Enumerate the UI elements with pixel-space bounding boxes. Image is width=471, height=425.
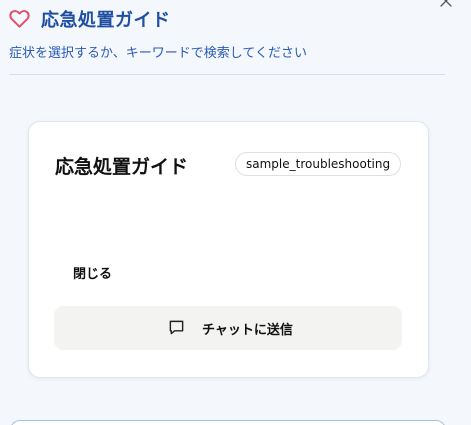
first-aid-panel: 応急処置ガイド 症状を選択するか、キーワードで検索してください 応急処置ガイド … (0, 0, 471, 425)
page-title: 応急処置ガイド (41, 10, 171, 31)
panel-header: 応急処置ガイド 症状を選択するか、キーワードで検索してください (0, 0, 471, 80)
close-icon[interactable] (439, 0, 453, 8)
heart-icon (9, 10, 30, 28)
chat-icon (169, 320, 184, 335)
category-tag: sample_troubleshooting (235, 152, 402, 176)
guide-card: 応急処置ガイド sample_troubleshooting 閉じる チャットに… (28, 121, 429, 378)
send-to-chat-button[interactable]: チャットに送信 (54, 306, 402, 350)
header-divider (9, 74, 445, 75)
card-title: 応急処置ガイド (55, 156, 189, 178)
close-button[interactable]: 閉じる (73, 263, 112, 282)
send-to-chat-label: チャットに送信 (202, 323, 293, 338)
page-subtitle: 症状を選択するか、キーワードで検索してください (9, 46, 307, 61)
next-card (10, 420, 446, 425)
